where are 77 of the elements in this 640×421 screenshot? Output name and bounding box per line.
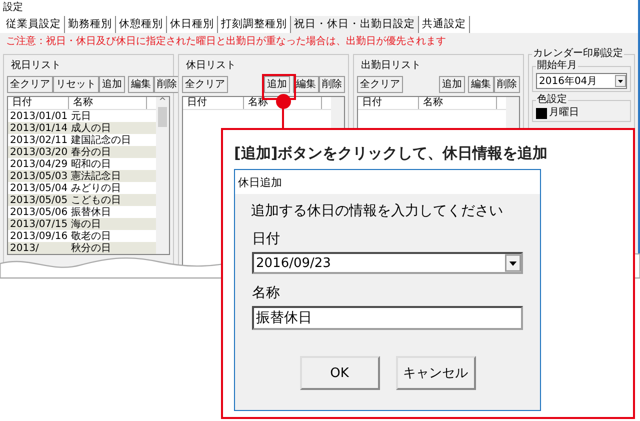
- tab[interactable]: 打刻調整種別: [218, 16, 291, 33]
- callout-caption: [追加]ボタンをクリックして、休日情報を追加: [234, 144, 549, 163]
- tab[interactable]: 祝日・休日・出勤日設定: [291, 16, 419, 33]
- panel-title: 祝日リスト: [10, 58, 62, 73]
- date-cell-text: 2013/03/20: [9, 146, 69, 158]
- month-select[interactable]: 2016年04月: [536, 73, 627, 89]
- name-cell-text: 昭和の日: [70, 158, 112, 170]
- list-button[interactable]: リセット: [53, 76, 99, 93]
- date-cell-text: 2013/05/06: [9, 206, 69, 218]
- list-button[interactable]: 編集: [293, 76, 319, 93]
- column-header[interactable]: 名称: [69, 97, 147, 109]
- name-cell-text: 秋分の日: [70, 242, 112, 255]
- list-button[interactable]: 全クリア: [7, 76, 53, 93]
- panel-title: 出勤日リスト: [360, 58, 422, 73]
- dialog-title: 休日追加: [238, 174, 282, 190]
- group-title: 色設定: [536, 94, 568, 106]
- dropdown-caret-icon[interactable]: [615, 75, 626, 87]
- select-value: 2016/09/23: [256, 256, 331, 270]
- field-label: 名称: [252, 284, 281, 302]
- list-button[interactable]: 追加: [99, 76, 125, 93]
- panel-title: 休日リスト: [185, 59, 237, 73]
- name-cell-text: 建国記念の日: [70, 134, 132, 147]
- list-button[interactable]: 追加: [264, 76, 290, 93]
- list-view[interactable]: 日付 名称 2013/01/01 元日 2013/01/14 成人の日 2013/02/11 建国記念の日 2013/03/20 春分の日 2013/04/29 昭和の日 2013/05/03 憲法記念日 2013/05/04 みどりの日 2013/05/05 こどもの日 2013/05/06 振替休日 2013/07/15 海の日 2013/09/16 敬老の日 2013/ 秋分の日 ^: [7, 96, 170, 255]
- group-title: 開始年月: [536, 60, 578, 72]
- column-header[interactable]: 日付: [183, 97, 244, 109]
- tab[interactable]: 勤務種別: [65, 16, 116, 33]
- list-button[interactable]: 削除: [154, 76, 180, 93]
- date-cell-text: 2013/04/29: [9, 158, 69, 170]
- column-header[interactable]: 日付: [358, 97, 419, 109]
- date-select[interactable]: 2016/09/23: [252, 252, 523, 274]
- date-cell-text: 2013/05/03: [9, 170, 69, 182]
- tab[interactable]: 休憩種別: [116, 16, 167, 33]
- color-label: 月曜日: [549, 107, 579, 119]
- name-cell-text: 海の日: [70, 218, 102, 230]
- dropdown-caret-icon[interactable]: [505, 254, 521, 272]
- list-button[interactable]: 削除: [319, 76, 345, 93]
- date-cell-text: 2013/05/04: [9, 182, 69, 194]
- tab[interactable]: 共通設定: [419, 16, 470, 33]
- list-button[interactable]: 全クリア: [182, 76, 228, 93]
- name-input-field[interactable]: 振替休日: [252, 306, 523, 330]
- scroll-thumb[interactable]: [158, 107, 167, 127]
- date-cell-text: 2013/01/01: [9, 110, 69, 122]
- dialog-prompt: 追加する休日の情報を入力してください: [251, 202, 504, 220]
- list-button[interactable]: 編集: [128, 76, 154, 93]
- group-title: カレンダー印刷設定: [532, 48, 624, 60]
- column-header[interactable]: 名称: [419, 97, 497, 109]
- date-cell-text: 2013/02/11: [9, 134, 69, 146]
- field-label: 日付: [252, 230, 281, 248]
- name-cell-text: 敬老の日: [70, 230, 112, 242]
- date-cell-text: 2013/05/05: [9, 194, 69, 206]
- dialog-button[interactable]: OK: [300, 356, 380, 390]
- name-cell-text: 元日: [70, 110, 92, 122]
- date-cell-text: 2013/07/15: [9, 218, 69, 230]
- list-button[interactable]: 削除: [494, 76, 520, 93]
- scroll-arrow[interactable]: ^: [158, 97, 166, 107]
- window-title: 設定: [3, 0, 23, 14]
- select-value: 2016年04月: [539, 75, 598, 88]
- tab[interactable]: 休日種別: [167, 16, 218, 33]
- name-cell-text: こどもの日: [70, 194, 122, 206]
- dialog-button[interactable]: キャンセル: [396, 356, 476, 390]
- name-cell-text: みどりの日: [70, 182, 122, 195]
- name-cell-text: 春分の日: [70, 146, 112, 158]
- color-swatch[interactable]: [536, 108, 547, 118]
- date-cell-text: 2013/01/14: [9, 122, 69, 134]
- list-button[interactable]: 全クリア: [357, 76, 403, 93]
- list-button[interactable]: 編集: [468, 76, 494, 93]
- tab[interactable]: 従業員設定: [3, 16, 65, 33]
- column-header[interactable]: 日付: [8, 97, 69, 109]
- name-cell-text: 振替休日: [70, 206, 112, 219]
- name-cell-text: 成人の日: [70, 122, 112, 134]
- scrollbar[interactable]: ^: [156, 97, 169, 254]
- date-cell-text: 2013/09/16: [9, 230, 69, 242]
- notice-text: ご注意：祝日・休日及び休日に指定された曜日と出勤日が重なった場合は、出勤日が優先されます: [5, 34, 447, 49]
- name-cell-text: 憲法記念日: [70, 170, 122, 183]
- date-cell-text: 2013/: [9, 242, 40, 254]
- list-button[interactable]: 追加: [439, 76, 465, 93]
